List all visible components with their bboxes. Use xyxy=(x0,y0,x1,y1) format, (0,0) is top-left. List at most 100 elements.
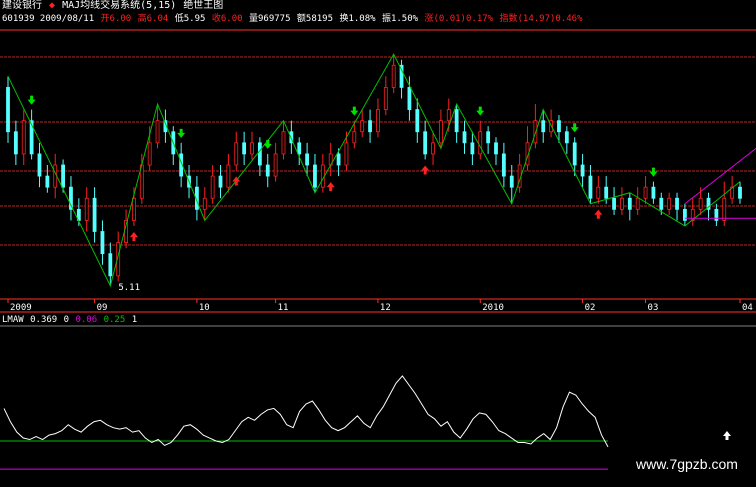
quote-low: 低5.95 xyxy=(174,14,206,24)
up-arrow-icon-3 xyxy=(421,165,430,175)
candle-body-81 xyxy=(643,186,648,199)
x-tick-label-6: 02 xyxy=(585,303,596,313)
quote-open: 开6.00 xyxy=(100,14,132,24)
candle-body-64 xyxy=(509,175,514,188)
candle-body-18 xyxy=(147,142,152,166)
chart-title: 绝世王图 xyxy=(183,0,224,11)
osc-name: LMAW xyxy=(2,315,24,325)
candle-body-72 xyxy=(572,142,577,166)
candle-body-47 xyxy=(376,109,380,133)
candle-body-61 xyxy=(486,131,491,144)
down-arrow-icon-6 xyxy=(649,167,658,177)
candle-body-30 xyxy=(242,142,247,155)
candle-body-19 xyxy=(155,120,160,144)
candle-body-91 xyxy=(722,197,727,221)
x-tick-label-8: 04 xyxy=(742,303,753,313)
candle-body-16 xyxy=(132,197,136,221)
candle-body-0 xyxy=(6,87,10,133)
down-arrow-icon-2 xyxy=(263,139,272,149)
candle-body-52 xyxy=(415,109,420,133)
signal-arrows xyxy=(27,95,658,241)
candle-body-57 xyxy=(454,109,459,133)
candle-body-26 xyxy=(210,175,215,199)
candle-body-76 xyxy=(604,186,609,199)
osc-value-4: 0.25 xyxy=(103,315,126,325)
candle-body-51 xyxy=(407,87,412,110)
trend-line xyxy=(684,147,756,205)
quote-turnover: 换1.08% xyxy=(339,14,376,24)
candle-body-83 xyxy=(659,197,664,210)
osc-value-1: 0.369 xyxy=(30,315,58,325)
quote-high: 高6.04 xyxy=(137,14,169,24)
candle-body-49 xyxy=(391,64,396,88)
candle-body-45 xyxy=(360,120,365,133)
diamond-icon: ◆ xyxy=(49,0,56,11)
x-tick-label-0: 2009 xyxy=(10,303,32,313)
candle-body-63 xyxy=(501,153,506,177)
candle-body-73 xyxy=(580,164,585,177)
candle-body-38 xyxy=(305,153,309,166)
x-tick-label-7: 03 xyxy=(648,303,659,313)
candle-body-62 xyxy=(494,142,498,155)
lmaw-oscillator xyxy=(0,375,731,470)
code-date: 601939 2009/08/11 xyxy=(2,14,95,24)
down-arrow-icon-1 xyxy=(177,128,186,138)
osc-value-2: 0 xyxy=(63,315,70,325)
quote-amount: 额58195 xyxy=(296,14,334,24)
candle-body-80 xyxy=(635,197,640,210)
candle-body-43 xyxy=(344,142,349,166)
candle-body-25 xyxy=(202,197,207,210)
candle-body-68 xyxy=(541,120,546,133)
candle-body-10 xyxy=(84,197,89,221)
quote-bar: 601939 2009/08/11 开6.00 高6.04 低5.95 收6.0… xyxy=(2,13,584,25)
candle-body-37 xyxy=(297,142,302,155)
candle-body-85 xyxy=(675,197,679,210)
osc-line xyxy=(3,375,609,448)
candle-body-44 xyxy=(352,131,357,144)
up-arrow-icon-4 xyxy=(594,209,603,219)
candle-body-35 xyxy=(281,131,286,155)
candle-body-42 xyxy=(336,153,341,166)
candle-body-34 xyxy=(273,153,278,177)
candle-body-78 xyxy=(620,197,624,210)
down-arrow-icon-0 xyxy=(27,95,36,105)
x-tick-label-3: 11 xyxy=(278,303,289,313)
candle-body-82 xyxy=(651,186,656,199)
watermark: www.7gpzb.com xyxy=(636,456,738,472)
candle-body-90 xyxy=(714,208,719,221)
candle-body-12 xyxy=(100,231,105,255)
candle-body-2 xyxy=(21,120,26,155)
candle-body-13 xyxy=(108,253,113,277)
osc-value-3: 0.06 xyxy=(75,315,98,325)
candle-body-77 xyxy=(612,197,616,210)
candle-body-86 xyxy=(683,208,687,221)
down-arrow-icon-5 xyxy=(570,123,579,133)
indicator-title: MAJ均线交易系统(5,15) xyxy=(62,0,177,11)
candle-body-70 xyxy=(557,120,561,133)
candle-body-29 xyxy=(234,142,239,166)
candle-body-53 xyxy=(423,131,428,155)
candle-body-93 xyxy=(738,186,742,199)
candle-body-79 xyxy=(627,197,632,210)
quote-change: 涨(0.01)0.17% xyxy=(424,14,494,24)
grid-lines xyxy=(0,29,756,327)
candle-body-28 xyxy=(226,164,231,188)
candle-body-58 xyxy=(462,131,467,144)
candle-body-1 xyxy=(13,131,18,155)
stock-name: 建设银行 xyxy=(2,0,42,11)
candle-body-39 xyxy=(313,164,317,188)
candle-body-48 xyxy=(383,87,388,110)
chart-window: 5.11 2009 09 10 11 12 2010 02 03 04 建设银行 ◆ MAJ均线… xyxy=(0,0,756,487)
quote-close: 收6.00 xyxy=(211,14,243,24)
x-tick-label-4: 12 xyxy=(380,303,391,313)
candle-body-88 xyxy=(698,197,703,210)
candle-body-11 xyxy=(92,197,97,232)
candle-body-7 xyxy=(61,164,65,188)
candle-body-54 xyxy=(431,142,435,155)
candle-body-84 xyxy=(667,197,672,210)
quote-index: 指数(14.97)0.46% xyxy=(499,14,583,24)
candle-body-55 xyxy=(439,120,443,144)
x-tick-label-1: 09 xyxy=(97,303,108,313)
osc-value-5: 1 xyxy=(131,315,138,325)
candle-body-27 xyxy=(218,175,223,188)
